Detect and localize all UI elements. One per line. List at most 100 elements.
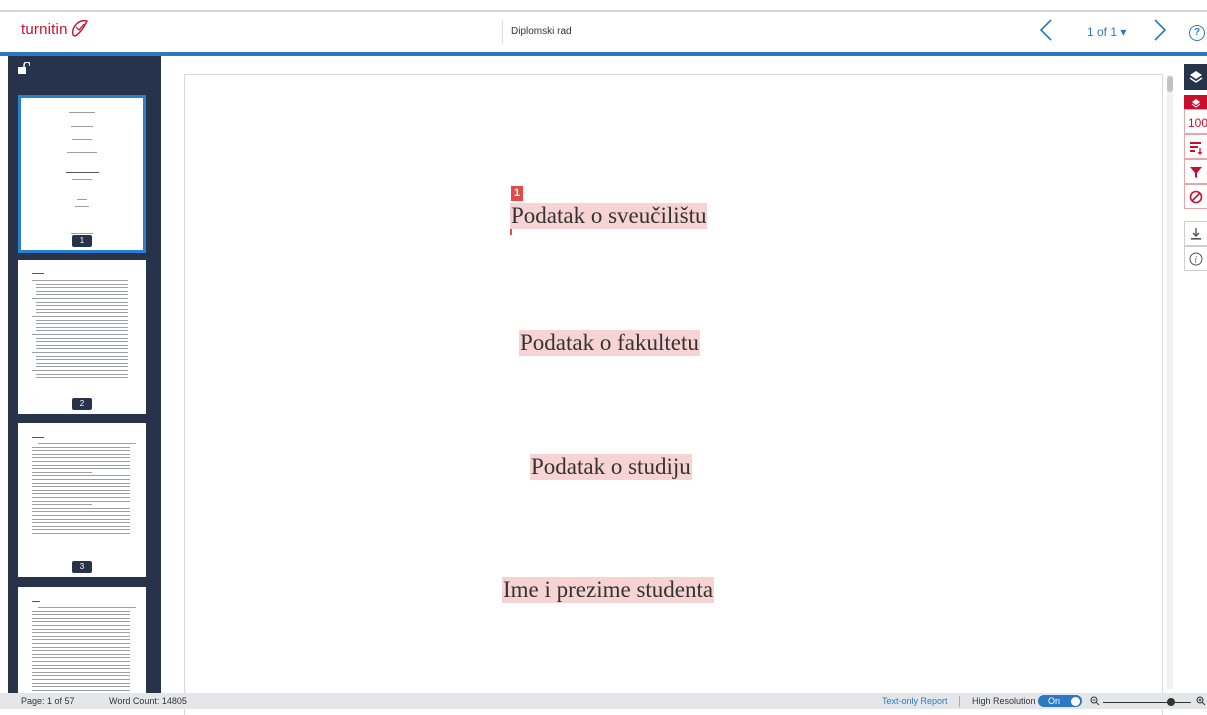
thumb-text-line [32,352,128,353]
zoom-slider-handle[interactable] [1167,698,1175,706]
zoom-slider-track[interactable] [1103,702,1191,703]
page-count: Page: 1 of 57 [21,696,75,706]
thumb-text-line [32,601,40,603]
excluded-sources-button[interactable] [1184,184,1207,209]
thumb-text-line [32,334,128,335]
thumbnail-page-1[interactable]: 1 [18,95,146,253]
thumb-text-line [32,533,130,534]
filter-button[interactable] [1184,159,1207,184]
thumb-text-line [32,686,130,688]
thumb-text-line [32,479,130,480]
info-icon: i [1189,252,1203,266]
zoom-out-icon[interactable] [1090,696,1100,706]
thumb-text-line [32,689,130,691]
thumb-text-line [32,617,130,619]
document-scrollbar-thumb[interactable] [1167,76,1173,92]
thumb-text-line [32,646,130,648]
filter-icon [1190,167,1202,178]
thumb-text-line [72,139,92,141]
sort-icon [1190,142,1203,155]
thumb-text-line [32,500,130,502]
thumb-text-line [32,471,92,473]
thumb-text-line [77,199,87,201]
thumb-text-line [36,283,128,285]
next-submission-button[interactable] [1152,19,1172,45]
thumb-text-line [32,529,130,531]
exclude-icon [1189,190,1203,204]
thumb-text-line [71,126,93,128]
thumb-text-line [69,112,95,114]
thumbnail-page-4[interactable] [18,587,146,693]
thumb-text-line [32,625,130,626]
thumb-text-line [36,377,128,379]
thumb-text-line [32,653,130,655]
thumb-text-line [36,355,128,357]
page-selector-dropdown[interactable]: 1 of 1 ▾ [1087,25,1126,39]
thumb-text-line [32,522,130,524]
thumbnail-page-3[interactable]: 3 [18,423,146,577]
document-line-faculty[interactable]: Podatak o fakultetu [519,330,700,356]
high-resolution-label: High Resolution [972,696,1036,706]
thumb-text-line [32,511,130,513]
thumbnail-page-number: 3 [72,561,92,573]
thumb-text-line [32,643,130,644]
toggle-state: On [1048,696,1061,706]
chevron-left-icon [1039,19,1052,41]
thumb-text-line [32,671,130,673]
document-title: Diplomski rad [511,26,572,37]
thumb-text-line [32,679,130,680]
thumb-text-line [32,632,130,634]
thumb-text-line [32,486,130,488]
thumb-text-line [66,172,99,174]
thumb-text-line [32,475,130,477]
document-line-student-name[interactable]: Ime i prezime studenta [502,577,715,603]
thumb-text-line [32,457,130,459]
thumb-text-line [32,525,130,527]
thumb-text-line [36,323,128,325]
layers-button[interactable] [1184,64,1207,90]
thumb-text-line [32,273,44,275]
high-resolution-toggle[interactable]: On [1038,695,1082,707]
thumb-text-line [32,657,130,659]
thumb-text-line [32,507,130,509]
help-icon[interactable]: ? [1189,25,1205,41]
thumb-text-line [36,294,128,296]
thumb-text-line [32,482,130,484]
zoom-in-icon[interactable] [1196,696,1206,706]
sort-matches-button[interactable] [1184,134,1207,159]
thumb-text-line [38,607,136,608]
submission-info-button[interactable]: i [1184,246,1207,271]
thumb-text-line [32,504,92,506]
thumb-text-line [32,661,130,662]
thumb-text-line [36,301,128,303]
document-line-study[interactable]: Podatak o studiju [530,454,692,480]
similarity-score-button[interactable]: 100 [1184,109,1207,134]
thumbnail-page-2[interactable]: 2 [18,260,146,414]
thumb-text-line [36,312,128,314]
thumb-text-line [32,668,130,670]
thumb-text-line [36,308,128,310]
text-only-report-link[interactable]: Text-only Report [882,696,948,706]
thumb-text-line [72,179,92,181]
thumb-text-line [32,635,130,637]
thumb-text-line [32,614,130,616]
previous-submission-button[interactable] [1038,19,1058,45]
match-overview-tab[interactable] [1184,95,1207,109]
thumb-text-line [36,287,128,289]
download-button[interactable] [1184,221,1207,246]
download-icon [1191,228,1201,240]
thumb-text-line [36,341,128,343]
status-separator [959,696,960,707]
document-page [184,74,1163,715]
thumb-text-line [32,464,130,466]
thumb-text-line [32,468,130,470]
thumb-text-line [32,621,130,623]
document-line-university[interactable]: Podatak o sveučilištu [510,203,708,229]
document-scrollbar[interactable] [1167,75,1173,689]
thumb-text-line [32,650,130,652]
unlock-icon[interactable] [18,62,30,74]
match-number-marker[interactable]: 1 [511,186,523,201]
thumb-text-line [38,443,136,444]
word-count: Word Count: 14805 [109,696,187,706]
thumb-text-line [32,682,130,684]
